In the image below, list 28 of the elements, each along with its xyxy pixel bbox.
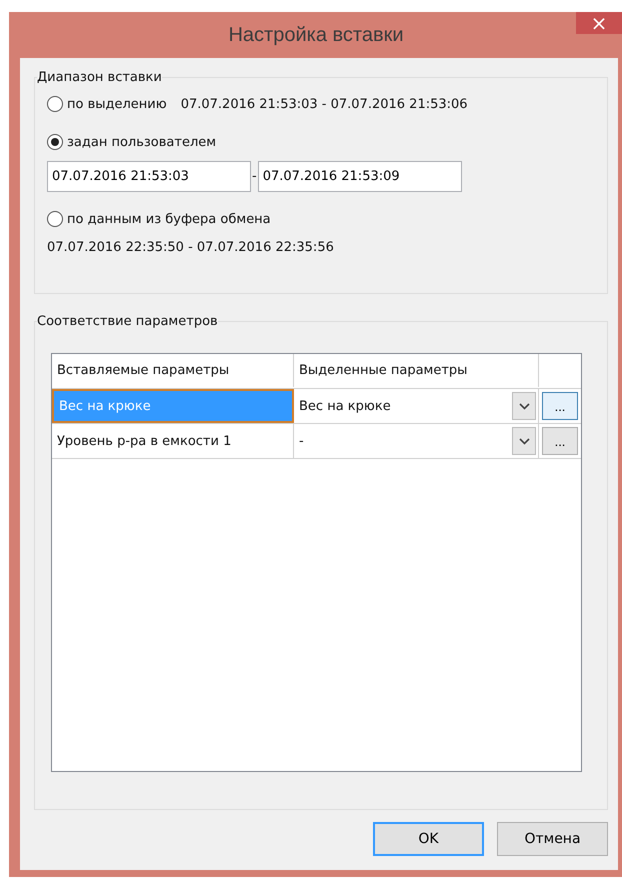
range-text: 07.07.2016 22:35:50 - 07.07.2016 22:35:56 bbox=[47, 240, 335, 255]
browse-button[interactable]: ... bbox=[542, 427, 578, 455]
parameter-combobox-value[interactable]: Вес на крюке bbox=[299, 398, 391, 414]
group-legend: Диапазон вставки bbox=[37, 70, 162, 85]
separator-text: - bbox=[252, 169, 257, 184]
radio-label[interactable]: по данным из буфера обмена bbox=[67, 212, 271, 226]
chevron-down-icon bbox=[518, 402, 530, 410]
parameter-combobox-value[interactable]: - bbox=[299, 434, 304, 448]
dialog-button[interactable]: Отмена bbox=[497, 822, 608, 856]
chevron-down-icon bbox=[518, 438, 530, 444]
close-button[interactable]: × bbox=[576, 12, 622, 34]
radio-label[interactable]: задан пользователем bbox=[67, 134, 216, 150]
radio-button[interactable] bbox=[47, 211, 63, 227]
radio-label[interactable]: по выделению bbox=[67, 96, 167, 112]
end-field[interactable]: 07.07.2016 21:53:09 bbox=[258, 161, 462, 192]
table-cell[interactable]: Уровень р-ра в емкости 1 bbox=[52, 424, 294, 458]
radio-button[interactable] bbox=[47, 96, 63, 112]
start-field[interactable]: 07.07.2016 21:53:03 bbox=[47, 161, 251, 192]
browse-button[interactable]: ... bbox=[542, 392, 578, 420]
dropdown-button[interactable] bbox=[512, 427, 536, 455]
dropdown-button[interactable] bbox=[512, 392, 536, 420]
column-header: Вставляемые параметры bbox=[52, 354, 294, 387]
dialog-button[interactable]: OK bbox=[373, 822, 484, 856]
window-title: Настройка вставки bbox=[228, 24, 404, 46]
range-text: 07.07.2016 21:53:03 - 07.07.2016 21:53:06 bbox=[180, 96, 468, 112]
group-legend: Соответствие параметров bbox=[37, 314, 218, 329]
radio-button[interactable] bbox=[47, 134, 63, 150]
column-header: Выделенные параметры bbox=[294, 354, 539, 387]
